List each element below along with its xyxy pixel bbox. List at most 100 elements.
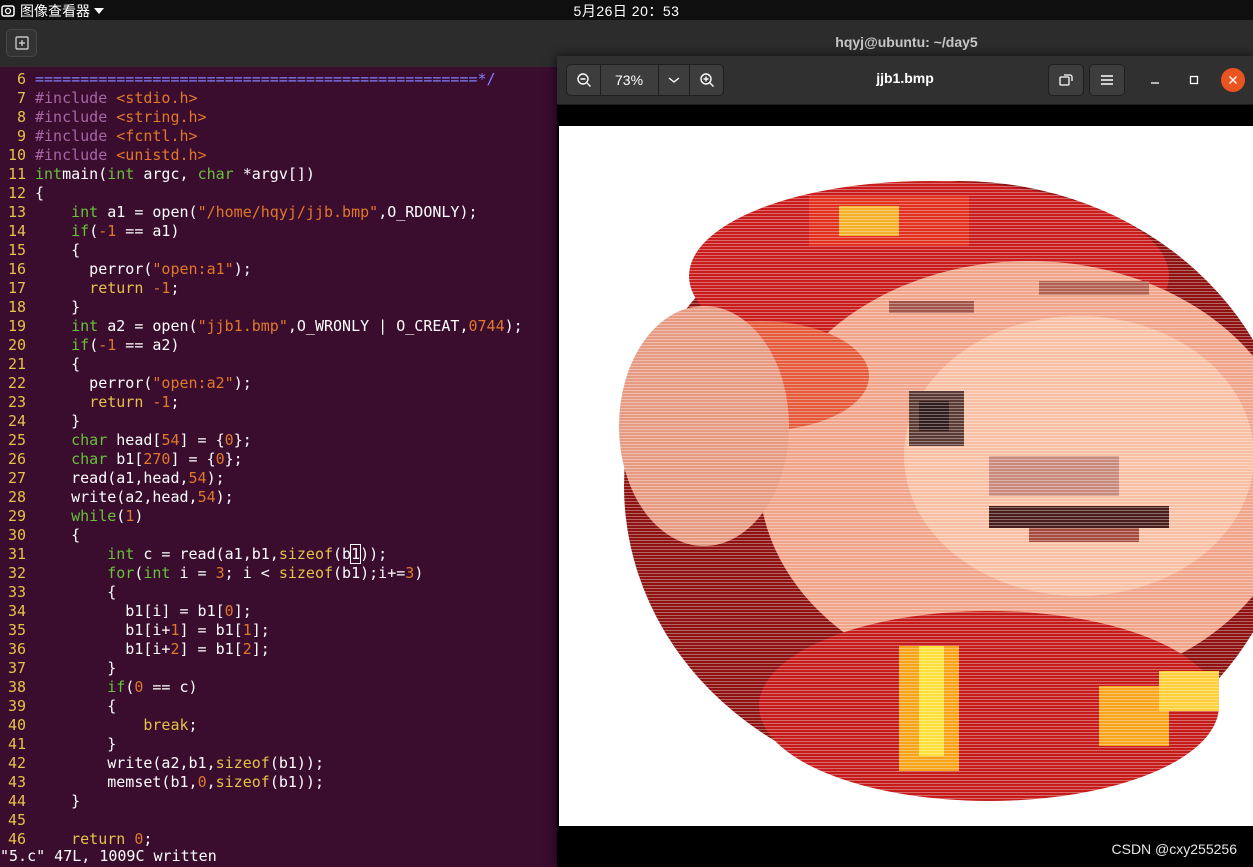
clock[interactable]: 5月26日 20：53: [0, 1, 1253, 21]
main-menu-button[interactable]: [1089, 64, 1125, 96]
code-token: 2: [242, 640, 252, 658]
code-text: }: [26, 659, 116, 677]
code-token: ,O_WRONLY | O_CREAT,: [287, 317, 469, 335]
code-token: }: [35, 735, 117, 753]
code-token: ;: [188, 716, 198, 734]
line-number: 42: [7, 754, 26, 772]
code-token: sizeof: [215, 754, 270, 772]
line-number: 25: [7, 431, 26, 449]
code-token: sizeof: [215, 773, 270, 791]
code-line: 18 }: [0, 298, 80, 317]
code-token: char: [71, 450, 108, 468]
code-token: 270: [143, 450, 171, 468]
line-number: 16: [7, 260, 26, 278]
code-line: 33 {: [0, 583, 116, 602]
line-number: 19: [7, 317, 26, 335]
code-text: int a1 = open("/home/hqyj/jjb.bmp",O_RDO…: [26, 203, 477, 221]
code-token: <unistd.h>: [116, 146, 207, 164]
line-number: 9: [16, 127, 26, 145]
code-token: main(: [62, 165, 108, 183]
code-token: char: [197, 165, 234, 183]
code-token: int: [107, 165, 135, 183]
code-token: 0: [224, 602, 234, 620]
code-line: 40 break;: [0, 716, 198, 735]
minimize-button[interactable]: [1143, 68, 1167, 92]
code-line: 43 memset(b1,0,sizeof(b1));: [0, 773, 324, 792]
displayed-image[interactable]: [559, 126, 1253, 826]
zoom-in-button[interactable]: [689, 64, 724, 96]
code-text: perror("open:a1");: [26, 260, 252, 278]
code-token: int: [35, 165, 63, 183]
code-token: if: [71, 336, 90, 354]
code-token: ] = {: [170, 450, 216, 468]
code-token: ): [414, 564, 424, 582]
code-token: );: [206, 469, 225, 487]
top-bar: 图像查看器 5月26日 20：53: [0, 0, 1253, 20]
code-token: int: [71, 317, 99, 335]
code-token: for: [107, 564, 135, 582]
code-token: break: [143, 716, 189, 734]
terminal-title: hqyj@ubuntu: ~/day5: [835, 34, 978, 50]
maximize-button[interactable]: [1182, 68, 1206, 92]
code-text: {: [26, 697, 116, 715]
code-line: 34 b1[i] = b1[0];: [0, 602, 252, 621]
code-token: ];: [251, 640, 270, 658]
line-number: 17: [7, 279, 26, 297]
code-token: {: [35, 583, 117, 601]
code-line: 19 int a2 = open("jjb1.bmp",O_WRONLY | O…: [0, 317, 523, 336]
code-token: #include: [35, 146, 117, 164]
rotate-button[interactable]: [1048, 64, 1084, 96]
code-token: 2: [170, 640, 180, 658]
code-line: 27 read(a1,head,54);: [0, 469, 225, 488]
code-token: 0: [197, 773, 207, 791]
code-line: 23 return -1;: [0, 393, 180, 412]
pixelated-cartoon-face-image: [559, 126, 1253, 826]
code-token: "jjb1.bmp": [197, 317, 288, 335]
image-viewer-window[interactable]: 73% jjb1.bmp: [557, 56, 1253, 867]
code-text: b1[i+2] = b1[2];: [26, 640, 270, 658]
code-token: == a2): [116, 336, 180, 354]
new-tab-button[interactable]: [6, 29, 37, 57]
zoom-out-button[interactable]: [566, 64, 601, 96]
code-token: 54: [161, 431, 180, 449]
code-token: int: [107, 545, 135, 563]
code-text: write(a2,head,54);: [26, 488, 234, 506]
code-token: 3: [405, 564, 415, 582]
watermark: CSDN @cxy255256: [1111, 841, 1238, 857]
code-token: ] = b1[: [179, 621, 243, 639]
code-token: (b1));: [269, 754, 324, 772]
code-line: 44 }: [0, 792, 80, 811]
code-token: };: [224, 450, 243, 468]
code-token: b1[i] = b1[: [35, 602, 225, 620]
code-token: (b1));: [269, 773, 324, 791]
code-token: 54: [188, 469, 207, 487]
code-token: 1: [170, 621, 180, 639]
code-token: "open:a1": [152, 260, 234, 278]
code-token: "/home/hqyj/jjb.bmp": [197, 203, 379, 221]
line-number: 22: [7, 374, 26, 392]
line-number: 41: [7, 735, 26, 753]
line-number: 29: [7, 507, 26, 525]
code-token: <stdio.h>: [116, 89, 198, 107]
close-button[interactable]: [1221, 68, 1245, 92]
line-number: 31: [7, 545, 26, 563]
code-token: 1: [242, 621, 252, 639]
code-token: return: [89, 279, 144, 297]
code-line: 32 for(int i = 3; i < sizeof(b1);i+=3): [0, 564, 423, 583]
line-number: 20: [7, 336, 26, 354]
line-number: 7: [16, 89, 26, 107]
vim-editor[interactable]: 6 =======================================…: [0, 67, 560, 867]
code-text: }: [26, 412, 80, 430]
zoom-menu-button[interactable]: [658, 64, 690, 96]
viewer-headerbar: 73% jjb1.bmp: [557, 56, 1253, 105]
zoom-level[interactable]: 73%: [600, 64, 659, 96]
code-line: 10 #include <unistd.h>: [0, 146, 207, 165]
code-text: #include <stdio.h>: [26, 89, 198, 107]
